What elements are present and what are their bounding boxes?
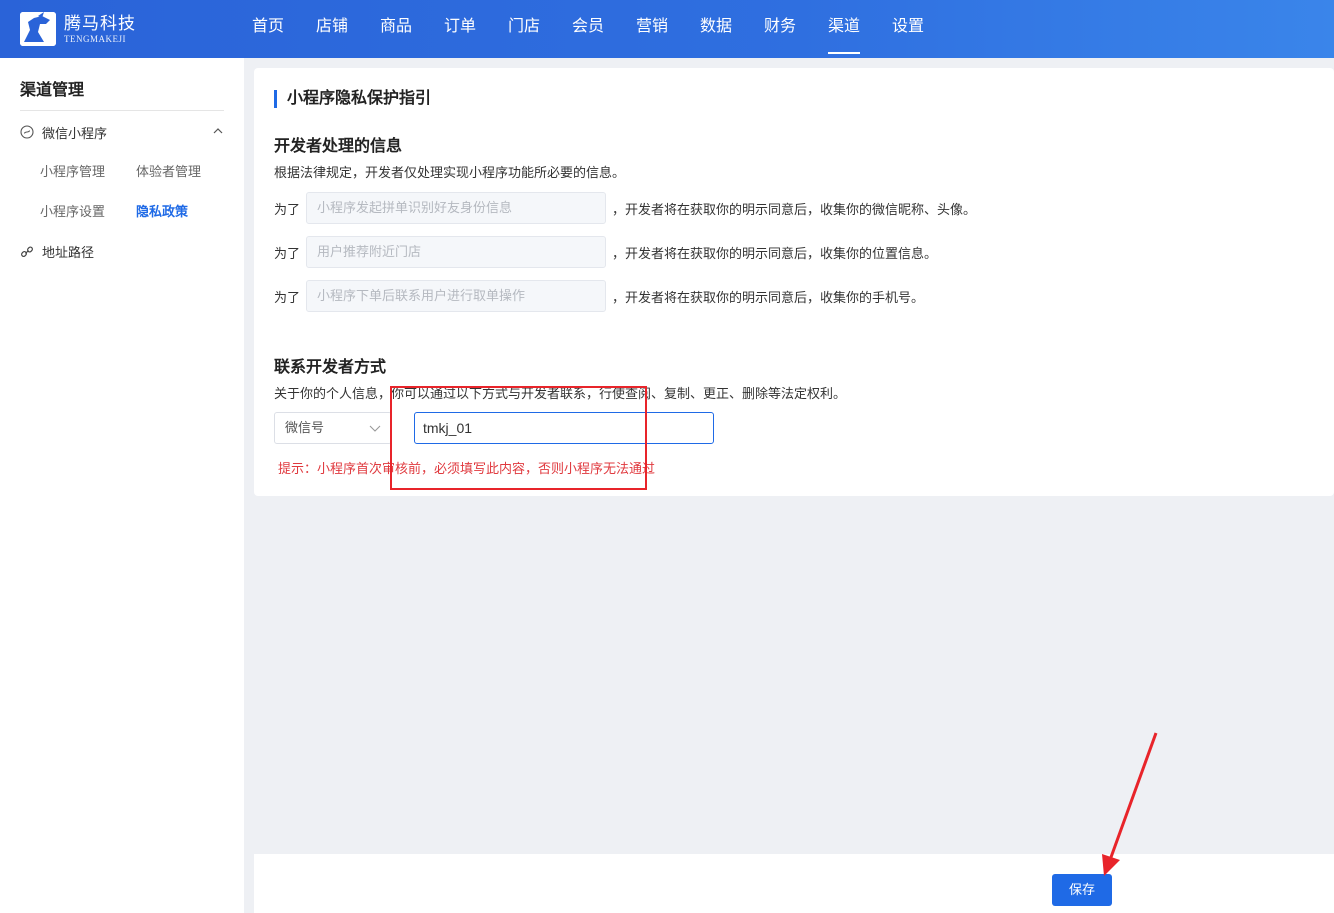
brand-name: 腾马科技 xyxy=(64,13,136,33)
nav-orders[interactable]: 订单 xyxy=(428,0,492,58)
nav-finance[interactable]: 财务 xyxy=(748,0,812,58)
row-prefix: 为了 xyxy=(274,245,301,261)
sidebar: 渠道管理 微信小程序 小程序管理 体验者管理 小程序设置 隐私政策 地址路径 xyxy=(0,58,244,913)
info-row: 为了 用户推荐附近门店 ，开发者将在获取你的明示同意后，收集你的位置信息。 xyxy=(274,236,937,268)
sidebar-item-label: 地址路径 xyxy=(42,245,95,260)
horse-logo-icon xyxy=(20,12,56,46)
info-row: 为了 小程序下单后联系用户进行取单操作 ，开发者将在获取你的明示同意后，收集你的… xyxy=(274,280,924,312)
row-suffix: ，开发者将在获取你的明示同意后，收集你的微信昵称、头像。 xyxy=(612,201,977,217)
annotation-box xyxy=(390,386,647,490)
nav-settings[interactable]: 设置 xyxy=(876,0,940,58)
contact-title: 联系开发者方式 xyxy=(274,359,387,376)
nav-marketing[interactable]: 营销 xyxy=(620,0,684,58)
nav-home[interactable]: 首页 xyxy=(236,0,300,58)
main-nav: 首页 店铺 商品 订单 门店 会员 营销 数据 财务 渠道 设置 xyxy=(236,0,940,58)
brand-name-en: TENGMAKEJI xyxy=(64,33,126,44)
sidebar-item-tester-manage[interactable]: 体验者管理 xyxy=(136,161,201,180)
link-icon xyxy=(21,246,33,257)
brand-logo[interactable]: 腾马科技 TENGMAKEJI xyxy=(20,12,136,46)
top-navbar: 腾马科技 TENGMAKEJI 首页 店铺 商品 订单 门店 会员 营销 数据 … xyxy=(0,0,1334,58)
row-suffix: ，开发者将在获取你的明示同意后，收集你的手机号。 xyxy=(612,289,925,305)
dev-info-desc: 根据法律规定，开发者仅处理实现小程序功能所必要的信息。 xyxy=(274,165,626,180)
sidebar-divider xyxy=(20,110,224,111)
nav-data[interactable]: 数据 xyxy=(684,0,748,58)
save-button[interactable]: 保存 xyxy=(1052,874,1112,906)
footer-bar xyxy=(254,854,1334,913)
info-row: 为了 小程序发起拼单识别好友身份信息 ，开发者将在获取你的明示同意后，收集你的微… xyxy=(274,192,976,224)
sidebar-item-miniprogram-manage[interactable]: 小程序管理 xyxy=(40,161,105,180)
page-title: 小程序隐私保护指引 xyxy=(274,90,431,108)
annotation-arrow-icon xyxy=(1102,732,1158,876)
sidebar-item-address-path[interactable]: 地址路径 xyxy=(20,242,94,261)
dev-info-title: 开发者处理的信息 xyxy=(274,138,403,155)
sidebar-item-privacy-policy[interactable]: 隐私政策 xyxy=(136,201,188,220)
sidebar-group-label: 微信小程序 xyxy=(42,125,108,141)
chevron-down-icon xyxy=(369,425,381,432)
nav-stores[interactable]: 门店 xyxy=(492,0,556,58)
contact-type-value: 微信号 xyxy=(285,420,325,435)
purpose-input-location[interactable]: 用户推荐附近门店 xyxy=(306,236,606,268)
row-prefix: 为了 xyxy=(274,289,301,305)
nav-members[interactable]: 会员 xyxy=(556,0,620,58)
sidebar-group-miniprogram[interactable]: 微信小程序 xyxy=(20,122,224,142)
row-prefix: 为了 xyxy=(274,201,301,217)
nav-products[interactable]: 商品 xyxy=(364,0,428,58)
purpose-input-userinfo[interactable]: 小程序发起拼单识别好友身份信息 xyxy=(306,192,606,224)
sidebar-title: 渠道管理 xyxy=(20,82,85,99)
miniprogram-icon xyxy=(20,125,34,139)
nav-shop[interactable]: 店铺 xyxy=(300,0,364,58)
sidebar-item-miniprogram-settings[interactable]: 小程序设置 xyxy=(40,201,105,220)
contact-type-select[interactable]: 微信号 xyxy=(274,412,392,444)
nav-channels[interactable]: 渠道 xyxy=(812,0,876,58)
row-suffix: ，开发者将在获取你的明示同意后，收集你的位置信息。 xyxy=(612,245,938,261)
chevron-up-icon[interactable] xyxy=(212,125,224,137)
purpose-input-phone[interactable]: 小程序下单后联系用户进行取单操作 xyxy=(306,280,606,312)
